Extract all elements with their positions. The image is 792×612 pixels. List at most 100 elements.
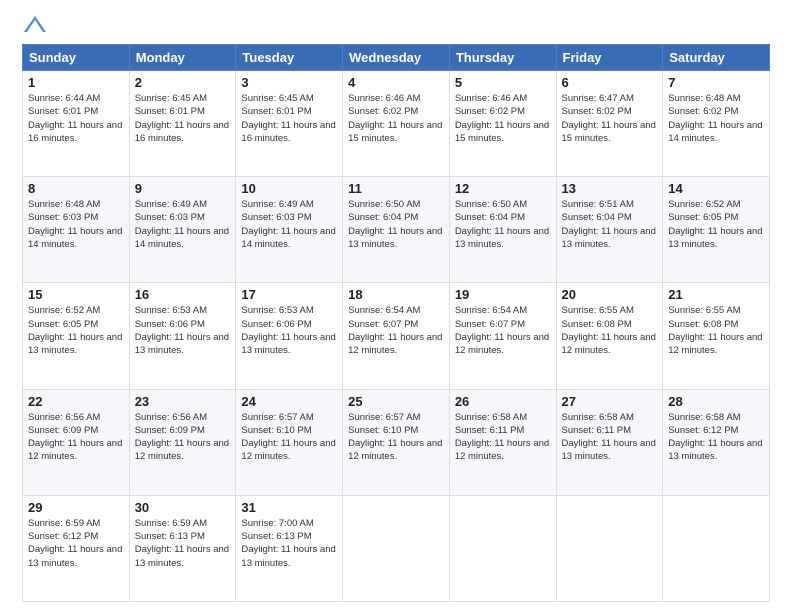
cell-content: Sunrise: 6:49 AM Sunset: 6:03 PM Dayligh… bbox=[241, 198, 337, 251]
day-number: 20 bbox=[562, 287, 658, 302]
calendar-cell: 28 Sunrise: 6:58 AM Sunset: 6:12 PM Dayl… bbox=[663, 389, 770, 495]
day-number: 8 bbox=[28, 181, 124, 196]
logo-icon bbox=[24, 14, 46, 34]
cell-content: Sunrise: 6:47 AM Sunset: 6:02 PM Dayligh… bbox=[562, 92, 658, 145]
calendar-cell: 8 Sunrise: 6:48 AM Sunset: 6:03 PM Dayli… bbox=[23, 177, 130, 283]
day-number: 9 bbox=[135, 181, 231, 196]
cell-content: Sunrise: 6:58 AM Sunset: 6:11 PM Dayligh… bbox=[455, 411, 551, 464]
day-of-week-header: Thursday bbox=[449, 45, 556, 71]
day-number: 27 bbox=[562, 394, 658, 409]
day-number: 15 bbox=[28, 287, 124, 302]
cell-content: Sunrise: 6:54 AM Sunset: 6:07 PM Dayligh… bbox=[455, 304, 551, 357]
cell-content: Sunrise: 7:00 AM Sunset: 6:13 PM Dayligh… bbox=[241, 517, 337, 570]
day-number: 19 bbox=[455, 287, 551, 302]
calendar-cell: 16 Sunrise: 6:53 AM Sunset: 6:06 PM Dayl… bbox=[129, 283, 236, 389]
calendar-cell bbox=[343, 495, 450, 601]
cell-content: Sunrise: 6:45 AM Sunset: 6:01 PM Dayligh… bbox=[241, 92, 337, 145]
day-number: 31 bbox=[241, 500, 337, 515]
cell-content: Sunrise: 6:56 AM Sunset: 6:09 PM Dayligh… bbox=[135, 411, 231, 464]
day-number: 18 bbox=[348, 287, 444, 302]
calendar-cell: 1 Sunrise: 6:44 AM Sunset: 6:01 PM Dayli… bbox=[23, 71, 130, 177]
calendar-cell: 25 Sunrise: 6:57 AM Sunset: 6:10 PM Dayl… bbox=[343, 389, 450, 495]
cell-content: Sunrise: 6:50 AM Sunset: 6:04 PM Dayligh… bbox=[348, 198, 444, 251]
cell-content: Sunrise: 6:44 AM Sunset: 6:01 PM Dayligh… bbox=[28, 92, 124, 145]
day-number: 30 bbox=[135, 500, 231, 515]
cell-content: Sunrise: 6:52 AM Sunset: 6:05 PM Dayligh… bbox=[668, 198, 764, 251]
cell-content: Sunrise: 6:46 AM Sunset: 6:02 PM Dayligh… bbox=[455, 92, 551, 145]
calendar-cell: 18 Sunrise: 6:54 AM Sunset: 6:07 PM Dayl… bbox=[343, 283, 450, 389]
day-number: 1 bbox=[28, 75, 124, 90]
day-of-week-header: Wednesday bbox=[343, 45, 450, 71]
day-number: 16 bbox=[135, 287, 231, 302]
calendar-cell: 11 Sunrise: 6:50 AM Sunset: 6:04 PM Dayl… bbox=[343, 177, 450, 283]
calendar-cell bbox=[556, 495, 663, 601]
calendar-cell: 6 Sunrise: 6:47 AM Sunset: 6:02 PM Dayli… bbox=[556, 71, 663, 177]
calendar-cell bbox=[449, 495, 556, 601]
day-number: 5 bbox=[455, 75, 551, 90]
day-number: 7 bbox=[668, 75, 764, 90]
day-number: 12 bbox=[455, 181, 551, 196]
calendar-cell: 29 Sunrise: 6:59 AM Sunset: 6:12 PM Dayl… bbox=[23, 495, 130, 601]
cell-content: Sunrise: 6:58 AM Sunset: 6:11 PM Dayligh… bbox=[562, 411, 658, 464]
cell-content: Sunrise: 6:56 AM Sunset: 6:09 PM Dayligh… bbox=[28, 411, 124, 464]
cell-content: Sunrise: 6:46 AM Sunset: 6:02 PM Dayligh… bbox=[348, 92, 444, 145]
day-number: 10 bbox=[241, 181, 337, 196]
calendar-cell: 17 Sunrise: 6:53 AM Sunset: 6:06 PM Dayl… bbox=[236, 283, 343, 389]
day-number: 14 bbox=[668, 181, 764, 196]
calendar-cell: 5 Sunrise: 6:46 AM Sunset: 6:02 PM Dayli… bbox=[449, 71, 556, 177]
calendar-cell: 19 Sunrise: 6:54 AM Sunset: 6:07 PM Dayl… bbox=[449, 283, 556, 389]
day-number: 2 bbox=[135, 75, 231, 90]
cell-content: Sunrise: 6:55 AM Sunset: 6:08 PM Dayligh… bbox=[562, 304, 658, 357]
day-of-week-header: Monday bbox=[129, 45, 236, 71]
calendar-cell: 9 Sunrise: 6:49 AM Sunset: 6:03 PM Dayli… bbox=[129, 177, 236, 283]
calendar-cell: 26 Sunrise: 6:58 AM Sunset: 6:11 PM Dayl… bbox=[449, 389, 556, 495]
cell-content: Sunrise: 6:48 AM Sunset: 6:03 PM Dayligh… bbox=[28, 198, 124, 251]
logo bbox=[22, 18, 46, 34]
cell-content: Sunrise: 6:53 AM Sunset: 6:06 PM Dayligh… bbox=[241, 304, 337, 357]
cell-content: Sunrise: 6:55 AM Sunset: 6:08 PM Dayligh… bbox=[668, 304, 764, 357]
calendar-cell: 13 Sunrise: 6:51 AM Sunset: 6:04 PM Dayl… bbox=[556, 177, 663, 283]
calendar-cell: 10 Sunrise: 6:49 AM Sunset: 6:03 PM Dayl… bbox=[236, 177, 343, 283]
cell-content: Sunrise: 6:53 AM Sunset: 6:06 PM Dayligh… bbox=[135, 304, 231, 357]
calendar-cell: 22 Sunrise: 6:56 AM Sunset: 6:09 PM Dayl… bbox=[23, 389, 130, 495]
calendar-cell: 31 Sunrise: 7:00 AM Sunset: 6:13 PM Dayl… bbox=[236, 495, 343, 601]
cell-content: Sunrise: 6:54 AM Sunset: 6:07 PM Dayligh… bbox=[348, 304, 444, 357]
day-number: 22 bbox=[28, 394, 124, 409]
cell-content: Sunrise: 6:52 AM Sunset: 6:05 PM Dayligh… bbox=[28, 304, 124, 357]
calendar-cell: 20 Sunrise: 6:55 AM Sunset: 6:08 PM Dayl… bbox=[556, 283, 663, 389]
day-number: 21 bbox=[668, 287, 764, 302]
day-number: 25 bbox=[348, 394, 444, 409]
cell-content: Sunrise: 6:48 AM Sunset: 6:02 PM Dayligh… bbox=[668, 92, 764, 145]
day-number: 4 bbox=[348, 75, 444, 90]
calendar-cell: 24 Sunrise: 6:57 AM Sunset: 6:10 PM Dayl… bbox=[236, 389, 343, 495]
cell-content: Sunrise: 6:51 AM Sunset: 6:04 PM Dayligh… bbox=[562, 198, 658, 251]
day-of-week-header: Saturday bbox=[663, 45, 770, 71]
day-number: 23 bbox=[135, 394, 231, 409]
calendar-cell: 30 Sunrise: 6:59 AM Sunset: 6:13 PM Dayl… bbox=[129, 495, 236, 601]
day-number: 6 bbox=[562, 75, 658, 90]
day-of-week-header: Sunday bbox=[23, 45, 130, 71]
day-of-week-header: Tuesday bbox=[236, 45, 343, 71]
calendar-cell: 2 Sunrise: 6:45 AM Sunset: 6:01 PM Dayli… bbox=[129, 71, 236, 177]
calendar-cell: 14 Sunrise: 6:52 AM Sunset: 6:05 PM Dayl… bbox=[663, 177, 770, 283]
cell-content: Sunrise: 6:59 AM Sunset: 6:13 PM Dayligh… bbox=[135, 517, 231, 570]
calendar-cell: 23 Sunrise: 6:56 AM Sunset: 6:09 PM Dayl… bbox=[129, 389, 236, 495]
day-number: 29 bbox=[28, 500, 124, 515]
calendar-table: SundayMondayTuesdayWednesdayThursdayFrid… bbox=[22, 44, 770, 602]
day-number: 3 bbox=[241, 75, 337, 90]
cell-content: Sunrise: 6:57 AM Sunset: 6:10 PM Dayligh… bbox=[241, 411, 337, 464]
day-number: 28 bbox=[668, 394, 764, 409]
day-number: 17 bbox=[241, 287, 337, 302]
cell-content: Sunrise: 6:50 AM Sunset: 6:04 PM Dayligh… bbox=[455, 198, 551, 251]
page: SundayMondayTuesdayWednesdayThursdayFrid… bbox=[0, 0, 792, 612]
day-number: 13 bbox=[562, 181, 658, 196]
cell-content: Sunrise: 6:49 AM Sunset: 6:03 PM Dayligh… bbox=[135, 198, 231, 251]
calendar-cell bbox=[663, 495, 770, 601]
calendar-cell: 21 Sunrise: 6:55 AM Sunset: 6:08 PM Dayl… bbox=[663, 283, 770, 389]
cell-content: Sunrise: 6:59 AM Sunset: 6:12 PM Dayligh… bbox=[28, 517, 124, 570]
calendar-cell: 3 Sunrise: 6:45 AM Sunset: 6:01 PM Dayli… bbox=[236, 71, 343, 177]
cell-content: Sunrise: 6:57 AM Sunset: 6:10 PM Dayligh… bbox=[348, 411, 444, 464]
calendar-cell: 27 Sunrise: 6:58 AM Sunset: 6:11 PM Dayl… bbox=[556, 389, 663, 495]
header bbox=[22, 18, 770, 34]
day-number: 24 bbox=[241, 394, 337, 409]
